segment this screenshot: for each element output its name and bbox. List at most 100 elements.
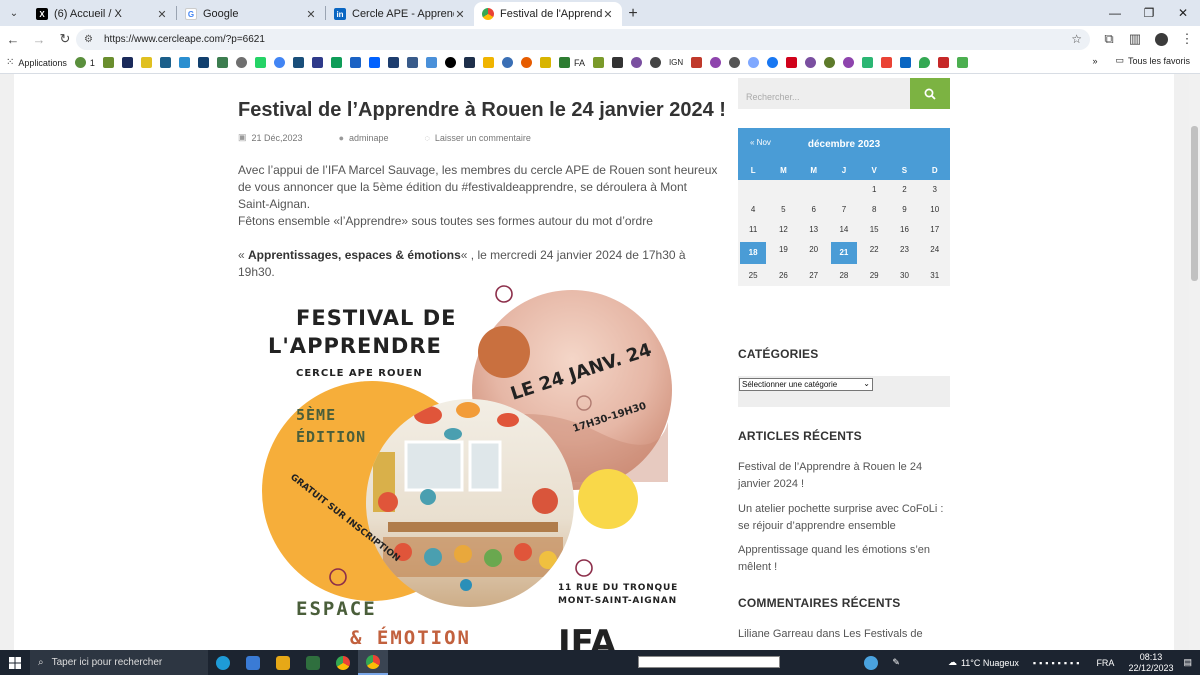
all-favorites-link[interactable]: Tous les favoris [1128,56,1190,66]
taskbar-app-store[interactable] [238,650,268,675]
post-author[interactable]: ● adminape [339,132,407,143]
reload-icon[interactable]: ↻ [52,26,78,52]
bookmark-fa[interactable]: FA [558,55,585,71]
close-window-icon[interactable]: ✕ [1166,0,1200,26]
bookmark-favicon[interactable] [216,55,228,71]
close-tab-icon[interactable]: ✕ [602,8,614,21]
bookmark-favicon[interactable] [862,55,874,71]
bookmark-favicon[interactable] [235,55,247,71]
bookmark-favicon[interactable] [501,55,513,71]
bookmark-favicon[interactable] [881,55,893,71]
tab-festival-active[interactable]: Festival de l'Apprendre à Rouen ✕ [474,2,622,26]
post-comment-link[interactable]: ◌ Laisser un commentaire [425,132,549,143]
bookmark-favicon[interactable] [197,55,209,71]
menu-kebab-icon[interactable]: ⋮ [1174,26,1200,52]
bookmark-favicon[interactable] [368,55,380,71]
profile-avatar-icon[interactable] [1148,26,1174,52]
close-tab-icon[interactable]: ✕ [305,8,317,21]
site-info-icon[interactable]: ⚙ [84,34,98,45]
search-input[interactable]: Rechercher... [738,78,910,109]
notifications-icon[interactable]: ▤ [1183,657,1192,668]
chevron-right-icon[interactable]: » [1092,56,1097,66]
help-icon[interactable] [864,655,879,670]
bookmark-favicon[interactable] [691,55,703,71]
taskbar-app-media[interactable] [268,650,298,675]
recent-article-link[interactable]: Festival de l’Apprendre à Rouen le 24 ja… [738,459,950,493]
bookmark-star-icon[interactable]: ☆ [1071,32,1082,46]
language-indicator[interactable]: FRA [1096,658,1114,668]
bookmark-favicon[interactable] [919,55,931,71]
bookmark-favicon[interactable] [121,55,133,71]
tab-x[interactable]: X (6) Accueil / X ✕ [28,2,176,26]
bookmark-favicon[interactable] [900,55,912,71]
bookmark-favicon[interactable] [611,55,623,71]
bookmark-ign[interactable]: IGN [669,55,683,71]
bookmark-favicon[interactable] [729,55,741,71]
taskbar-app-chrome-active[interactable] [358,650,388,675]
tab-google[interactable]: G Google ✕ [177,2,325,26]
windows-start-icon[interactable] [0,650,30,675]
bookmark-favicon[interactable] [349,55,361,71]
taskbar-search-input[interactable]: ⌕ Taper ici pour rechercher [30,650,208,675]
address-bar[interactable]: ⚙ https://www.cercleape.com/?p=6621 ☆ [76,29,1090,50]
bookmark-favicon[interactable] [140,55,152,71]
bookmark-favicon[interactable] [805,55,817,71]
bookmark-favicon[interactable] [520,55,532,71]
bookmark-favicon[interactable] [630,55,642,71]
bookmark-favicon[interactable] [406,55,418,71]
bookmark-favicon[interactable] [938,55,950,71]
back-arrow-icon[interactable]: ← [0,26,26,52]
recent-article-link[interactable]: Un atelier pochette surprise avec CoFoLi… [738,501,950,535]
bookmark-favicon[interactable] [710,55,722,71]
tray-icons[interactable]: ▪▪▪▪▪▪▪▪ [1033,658,1083,668]
bookmark-favicon[interactable] [330,55,342,71]
restore-icon[interactable]: ❐ [1132,0,1166,26]
search-button[interactable] [910,78,950,109]
pen-icon[interactable]: ✎ [892,657,900,668]
recent-article-link[interactable]: Apprentissage quand les émotions s’en mê… [738,542,950,576]
bookmark-applications[interactable]: ⁙ Applications [6,55,67,71]
festival-poster[interactable]: FESTIVAL DE L'APPRENDRE CERCLE APE ROUEN… [238,282,678,650]
bookmark-favicon[interactable] [444,55,456,71]
category-select[interactable]: Sélectionner une catégorie ⌄ [739,378,873,391]
new-tab-button[interactable]: + [622,2,644,26]
minimize-icon[interactable]: — [1098,0,1132,26]
bookmark-favicon[interactable] [592,55,604,71]
bookmark-1[interactable]: 1 [74,55,95,71]
post-date[interactable]: ▣ 21 Déc,2023 [238,132,321,143]
extensions-puzzle-icon[interactable]: ⧉ [1096,26,1122,52]
bookmark-favicon[interactable] [311,55,323,71]
bookmark-favicon[interactable] [957,55,969,71]
bookmark-favicon[interactable] [649,55,661,71]
page-scrollbar[interactable] [1189,74,1200,650]
close-tab-icon[interactable]: ✕ [156,8,168,21]
clock[interactable]: 08:13 22/12/2023 [1128,652,1173,674]
tab-search-icon[interactable]: ⌄ [0,0,28,26]
taskbar-app-terminal[interactable] [298,650,328,675]
taskbar-app-edge[interactable] [208,650,238,675]
bookmark-favicon[interactable] [387,55,399,71]
bookmark-favicon[interactable] [463,55,475,71]
taskbar-app-chrome[interactable] [328,650,358,675]
recent-comment[interactable]: Liliane Garreau dans Les Festivals de [738,626,950,643]
bookmark-favicon[interactable] [482,55,494,71]
side-panel-icon[interactable]: ▥ [1122,26,1148,52]
bookmark-favicon[interactable] [767,55,779,71]
bookmark-favicon[interactable] [178,55,190,71]
calendar-day-link[interactable]: 18 [740,242,767,264]
bookmark-favicon[interactable] [843,55,855,71]
tab-linkedin[interactable]: in Cercle APE - Apprendre Ensemble ✕ [326,2,474,26]
bookmark-favicon[interactable] [748,55,760,71]
bookmark-favicon[interactable] [539,55,551,71]
forward-arrow-icon[interactable]: → [26,26,52,52]
close-tab-icon[interactable]: ✕ [454,8,466,21]
weather-text[interactable]: 11°C Nuageux [961,658,1019,668]
bookmark-favicon[interactable] [102,55,114,71]
calendar-day-link[interactable]: 21 [830,242,858,264]
bookmark-favicon[interactable] [273,55,285,71]
scrollbar-thumb[interactable] [1191,126,1198,281]
taskbar-address-input[interactable] [638,656,780,668]
bookmark-favicon[interactable] [824,55,836,71]
bookmark-favicon[interactable] [786,55,798,71]
bookmark-favicon[interactable] [292,55,304,71]
